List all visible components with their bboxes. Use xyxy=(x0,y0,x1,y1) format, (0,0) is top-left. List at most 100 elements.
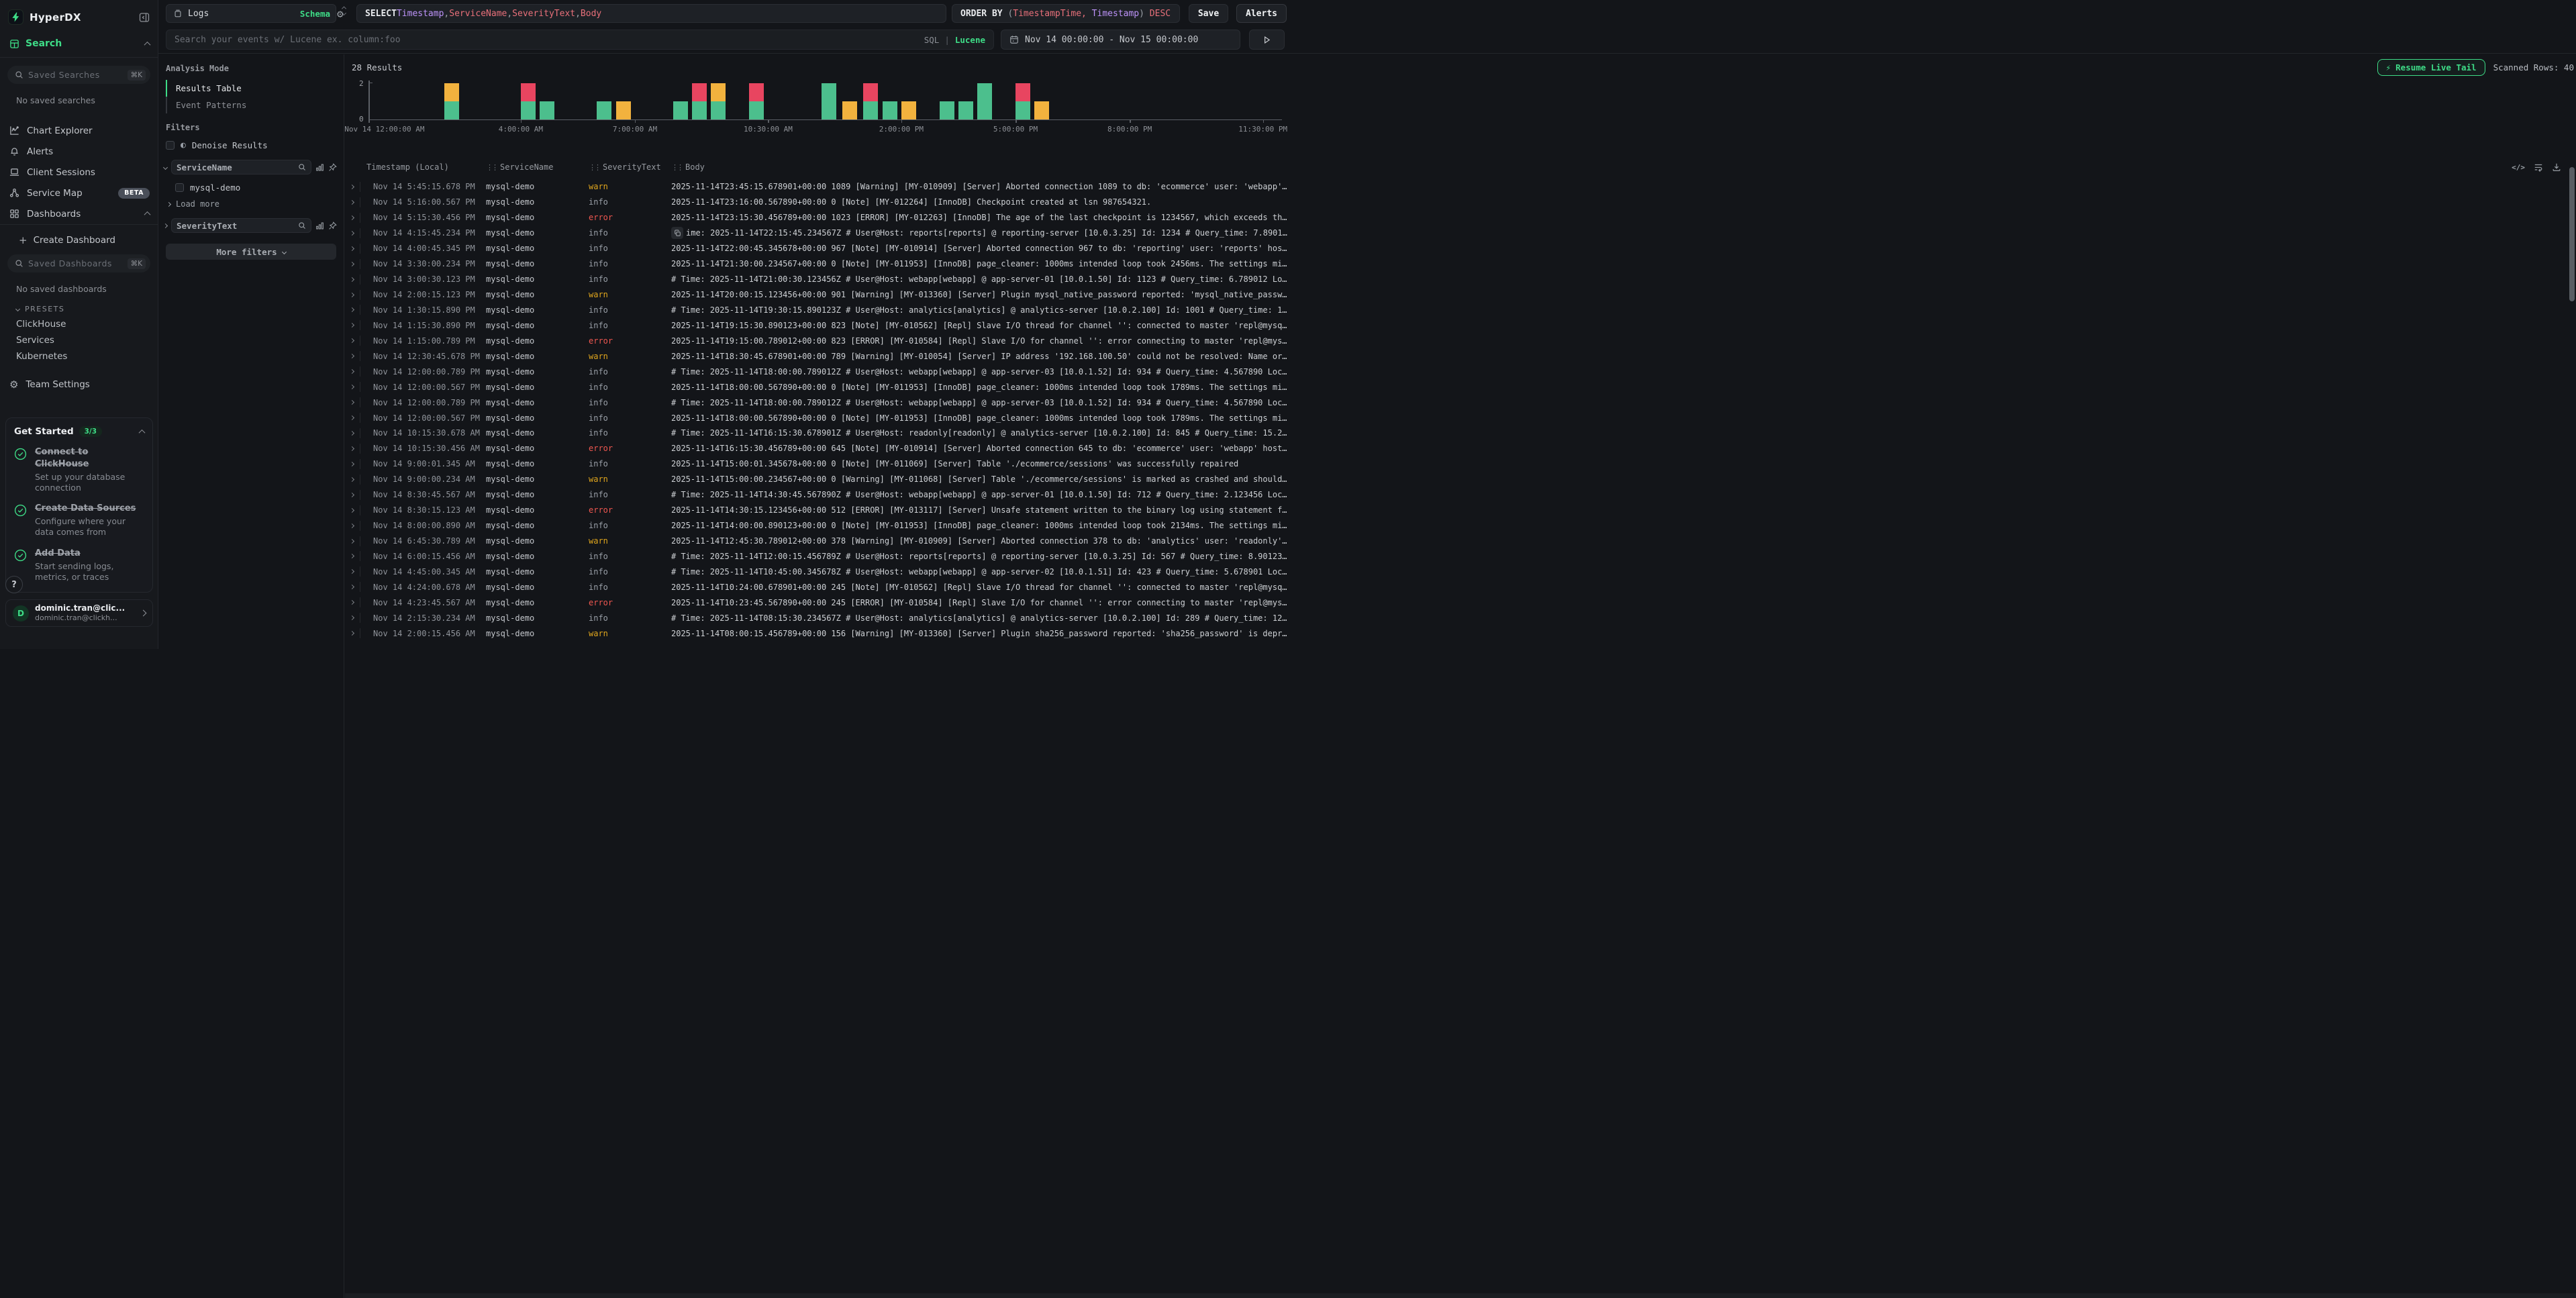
table-row[interactable]: Nov 14 3:00:30.123 PM mysql-demo info # … xyxy=(345,272,2567,287)
histogram-plot[interactable]: 2 0 xyxy=(368,80,1282,120)
table-row[interactable]: Nov 14 10:15:30.678 AM mysql-demo info #… xyxy=(345,426,2567,441)
run-query-button[interactable] xyxy=(1249,30,1285,50)
expand-row-icon[interactable] xyxy=(350,201,360,204)
scrollbar-thumb[interactable] xyxy=(2569,167,2575,301)
table-row[interactable]: Nov 14 3:30:00.234 PM mysql-demo info 20… xyxy=(345,256,2567,272)
table-row[interactable]: Nov 14 2:00:15.456 AM mysql-demo warn 20… xyxy=(345,626,2567,641)
expand-row-icon[interactable] xyxy=(350,616,360,619)
table-row[interactable]: Nov 14 8:30:15.123 AM mysql-demo error 2… xyxy=(345,503,2567,518)
expand-row-icon[interactable] xyxy=(350,339,360,342)
collapse-sidebar-icon[interactable] xyxy=(139,12,150,23)
get-started-item[interactable]: Add Data Start sending logs, metrics, or… xyxy=(14,548,144,583)
histogram-bar[interactable] xyxy=(444,83,459,119)
table-row[interactable]: Nov 14 4:00:45.345 PM mysql-demo info 20… xyxy=(345,241,2567,256)
preset-clickhouse[interactable]: ClickHouse xyxy=(0,313,158,330)
table-row[interactable]: Nov 14 8:30:45.567 AM mysql-demo info # … xyxy=(345,487,2567,503)
drag-handle-icon[interactable]: ⋮⋮ xyxy=(589,163,599,172)
histogram-bar[interactable] xyxy=(842,101,857,119)
table-row[interactable]: Nov 14 2:00:15.123 PM mysql-demo warn 20… xyxy=(345,287,2567,303)
chevron-up-icon[interactable] xyxy=(144,41,151,48)
expand-row-icon[interactable] xyxy=(350,247,360,250)
histogram-bar[interactable] xyxy=(673,101,688,119)
horizontal-scrollbar[interactable] xyxy=(345,1293,2576,1298)
sidebar-item-search[interactable]: Search xyxy=(0,25,158,57)
filter-group-search[interactable]: SeverityText xyxy=(171,218,311,233)
wrap-lines-icon[interactable] xyxy=(2534,162,2543,172)
lucene-search-input[interactable]: Search your events w/ Lucene ex. column:… xyxy=(166,30,994,50)
order-by-editor[interactable]: ORDER BY (TimestampTime, Timestamp) DESC xyxy=(952,4,1180,23)
view-source-icon[interactable]: </> xyxy=(2512,163,2525,172)
mode-sql-toggle[interactable]: SQL xyxy=(924,35,940,45)
table-row[interactable]: Nov 14 9:00:00.234 AM mysql-demo warn 20… xyxy=(345,472,2567,487)
expand-row-icon[interactable] xyxy=(350,354,360,358)
pin-icon[interactable] xyxy=(328,163,337,172)
more-filters-button[interactable]: More filters xyxy=(166,244,336,260)
histogram-bar[interactable] xyxy=(822,83,836,119)
source-select[interactable]: Logs Schema xyxy=(166,4,336,23)
saved-dashboards-input[interactable]: Saved Dashboards ⌘K xyxy=(7,254,150,272)
histogram-bar[interactable] xyxy=(1015,83,1030,119)
histogram-bar[interactable] xyxy=(749,83,764,119)
expand-row-icon[interactable] xyxy=(350,432,360,435)
search-icon[interactable] xyxy=(298,221,306,230)
histogram-bar[interactable] xyxy=(616,101,631,119)
table-row[interactable]: Nov 14 12:30:45.678 PM mysql-demo warn 2… xyxy=(345,348,2567,364)
chevron-right-icon[interactable] xyxy=(163,223,168,228)
table-row[interactable]: Nov 14 6:00:15.456 AM mysql-demo info # … xyxy=(345,549,2567,564)
histogram-bar[interactable] xyxy=(1034,101,1049,119)
checkbox[interactable] xyxy=(166,141,175,150)
expand-row-icon[interactable] xyxy=(350,262,360,266)
preset-kubernetes[interactable]: Kubernetes xyxy=(0,346,158,362)
bar-chart-icon[interactable] xyxy=(315,221,324,230)
filter-value-mysql-demo[interactable]: mysql-demo xyxy=(158,174,344,193)
table-row[interactable]: Nov 14 1:15:30.890 PM mysql-demo info 20… xyxy=(345,317,2567,333)
download-icon[interactable] xyxy=(2552,162,2561,172)
histogram-bar[interactable] xyxy=(521,83,536,119)
expand-row-icon[interactable] xyxy=(350,293,360,297)
sidebar-item-alerts[interactable]: Alerts xyxy=(0,141,158,162)
column-header-servicename[interactable]: ⋮⋮ServiceName xyxy=(486,162,589,172)
expand-row-icon[interactable] xyxy=(350,540,360,543)
table-row[interactable]: Nov 14 12:00:00.567 PM mysql-demo info 2… xyxy=(345,379,2567,395)
gear-icon[interactable]: ⚙ xyxy=(337,7,344,20)
sidebar-item-chart-explorer[interactable]: Chart Explorer xyxy=(0,120,158,141)
expand-row-icon[interactable] xyxy=(350,401,360,404)
save-button[interactable]: Save xyxy=(1189,4,1228,23)
expand-row-icon[interactable] xyxy=(350,601,360,604)
drag-handle-icon[interactable]: ⋮⋮ xyxy=(671,163,682,172)
expand-row-icon[interactable] xyxy=(350,478,360,481)
table-scrollbar[interactable] xyxy=(2569,162,2575,1291)
histogram-bar[interactable] xyxy=(863,83,878,119)
sidebar-item-client-sessions[interactable]: Client Sessions xyxy=(0,162,158,183)
table-row[interactable]: Nov 14 1:30:15.890 PM mysql-demo info # … xyxy=(345,303,2567,318)
expand-row-icon[interactable] xyxy=(350,370,360,373)
get-started-item[interactable]: Connect to ClickHouse Set up your databa… xyxy=(14,446,144,493)
expand-row-icon[interactable] xyxy=(350,232,360,235)
table-row[interactable]: Nov 14 10:15:30.456 AM mysql-demo error … xyxy=(345,441,2567,456)
table-row[interactable]: Nov 14 4:45:00.345 AM mysql-demo info # … xyxy=(345,564,2567,579)
expand-row-icon[interactable] xyxy=(350,278,360,281)
histogram-bar[interactable] xyxy=(958,101,973,119)
histogram-bar[interactable] xyxy=(597,101,611,119)
expand-row-icon[interactable] xyxy=(350,493,360,497)
histogram-bar[interactable] xyxy=(883,101,897,119)
chevron-up-icon[interactable] xyxy=(144,211,151,218)
copy-icon[interactable] xyxy=(671,227,683,239)
filter-group-search[interactable]: ServiceName xyxy=(171,160,311,174)
expand-row-icon[interactable] xyxy=(350,185,360,189)
time-range-picker[interactable]: Nov 14 00:00:00 - Nov 15 00:00:00 xyxy=(1001,30,1240,50)
bar-chart-icon[interactable] xyxy=(315,163,324,172)
expand-row-icon[interactable] xyxy=(350,462,360,466)
create-dashboard-button[interactable]: + Create Dashboard xyxy=(0,225,158,246)
table-row[interactable]: Nov 14 1:15:00.789 PM mysql-demo error 2… xyxy=(345,333,2567,348)
sidebar-item-dashboards[interactable]: Dashboards xyxy=(0,203,158,224)
table-row[interactable]: Nov 14 9:00:01.345 AM mysql-demo info 20… xyxy=(345,456,2567,472)
chevron-down-icon[interactable] xyxy=(163,164,168,169)
mode-results-table[interactable]: Results Table xyxy=(167,80,344,97)
table-row[interactable]: Nov 14 8:00:00.890 AM mysql-demo info 20… xyxy=(345,518,2567,534)
sql-select-editor[interactable]: SELECT Timestamp,ServiceName,SeverityTex… xyxy=(356,4,946,23)
table-row[interactable]: Nov 14 5:16:00.567 PM mysql-demo info 20… xyxy=(345,195,2567,210)
sidebar-item-service-map[interactable]: Service Map BETA xyxy=(0,183,158,203)
table-row[interactable]: Nov 14 5:45:15.678 PM mysql-demo warn 20… xyxy=(345,179,2567,195)
expand-row-icon[interactable] xyxy=(350,416,360,419)
